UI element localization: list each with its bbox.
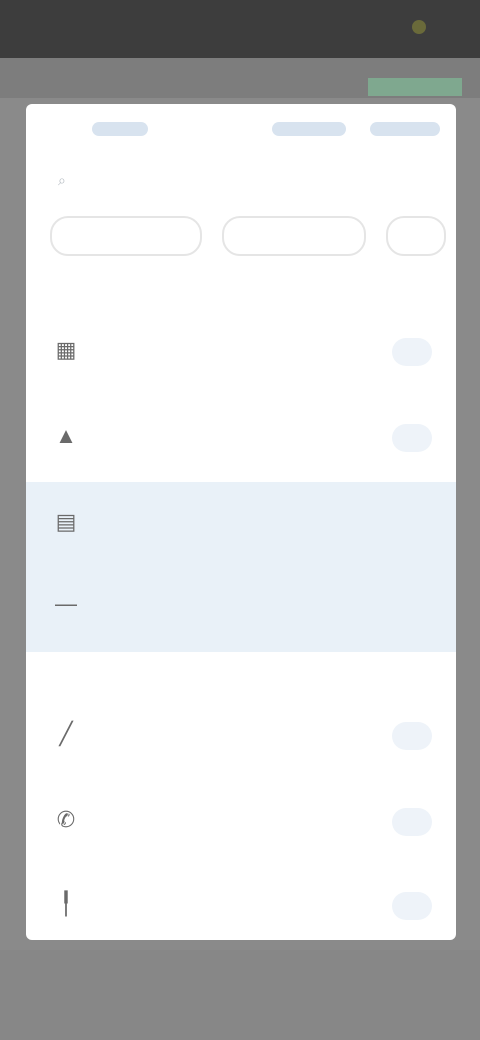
tab[interactable] <box>50 216 202 256</box>
accent-strip <box>368 78 462 96</box>
list-item[interactable]: ✆ <box>26 788 456 864</box>
bottom-sheet: ⌕ ▦ ▲ ▤ — ╱ ✆ ╿ <box>26 104 456 940</box>
filter-tabs <box>26 216 456 260</box>
list-item[interactable]: — <box>26 572 456 648</box>
pin-icon: ╿ <box>59 891 73 916</box>
list-item[interactable]: ╿ <box>26 872 456 940</box>
status-time <box>62 14 138 42</box>
document-icon: ▤ <box>55 509 77 534</box>
list-item-action[interactable] <box>392 338 432 366</box>
phone-icon: ✆ <box>56 807 76 832</box>
list-item-action[interactable] <box>392 808 432 836</box>
list-item-action[interactable] <box>392 892 432 920</box>
search-icon: ⌕ <box>58 172 66 188</box>
status-indicator-icon <box>412 20 426 34</box>
backdrop-bottom <box>0 950 480 1040</box>
list-item-action[interactable] <box>392 722 432 750</box>
list-item[interactable]: ╱ <box>26 702 456 778</box>
list-item-action[interactable] <box>392 424 432 452</box>
dash-icon: — <box>55 591 77 616</box>
pen-icon: ╱ <box>59 721 73 746</box>
tab[interactable] <box>222 216 366 256</box>
list-item[interactable]: ▦ <box>26 318 456 394</box>
search-input[interactable]: ⌕ <box>54 166 428 194</box>
person-icon: ▲ <box>55 423 77 448</box>
status-bar <box>0 0 480 58</box>
list-item[interactable]: ▲ <box>26 404 456 480</box>
list-item[interactable]: ▤ <box>26 490 456 566</box>
sheet-top-row <box>26 104 456 154</box>
top-chip[interactable] <box>92 122 148 136</box>
tab[interactable] <box>386 216 446 256</box>
top-chip[interactable] <box>370 122 440 136</box>
top-chip[interactable] <box>272 122 346 136</box>
grid-icon: ▦ <box>55 337 77 362</box>
